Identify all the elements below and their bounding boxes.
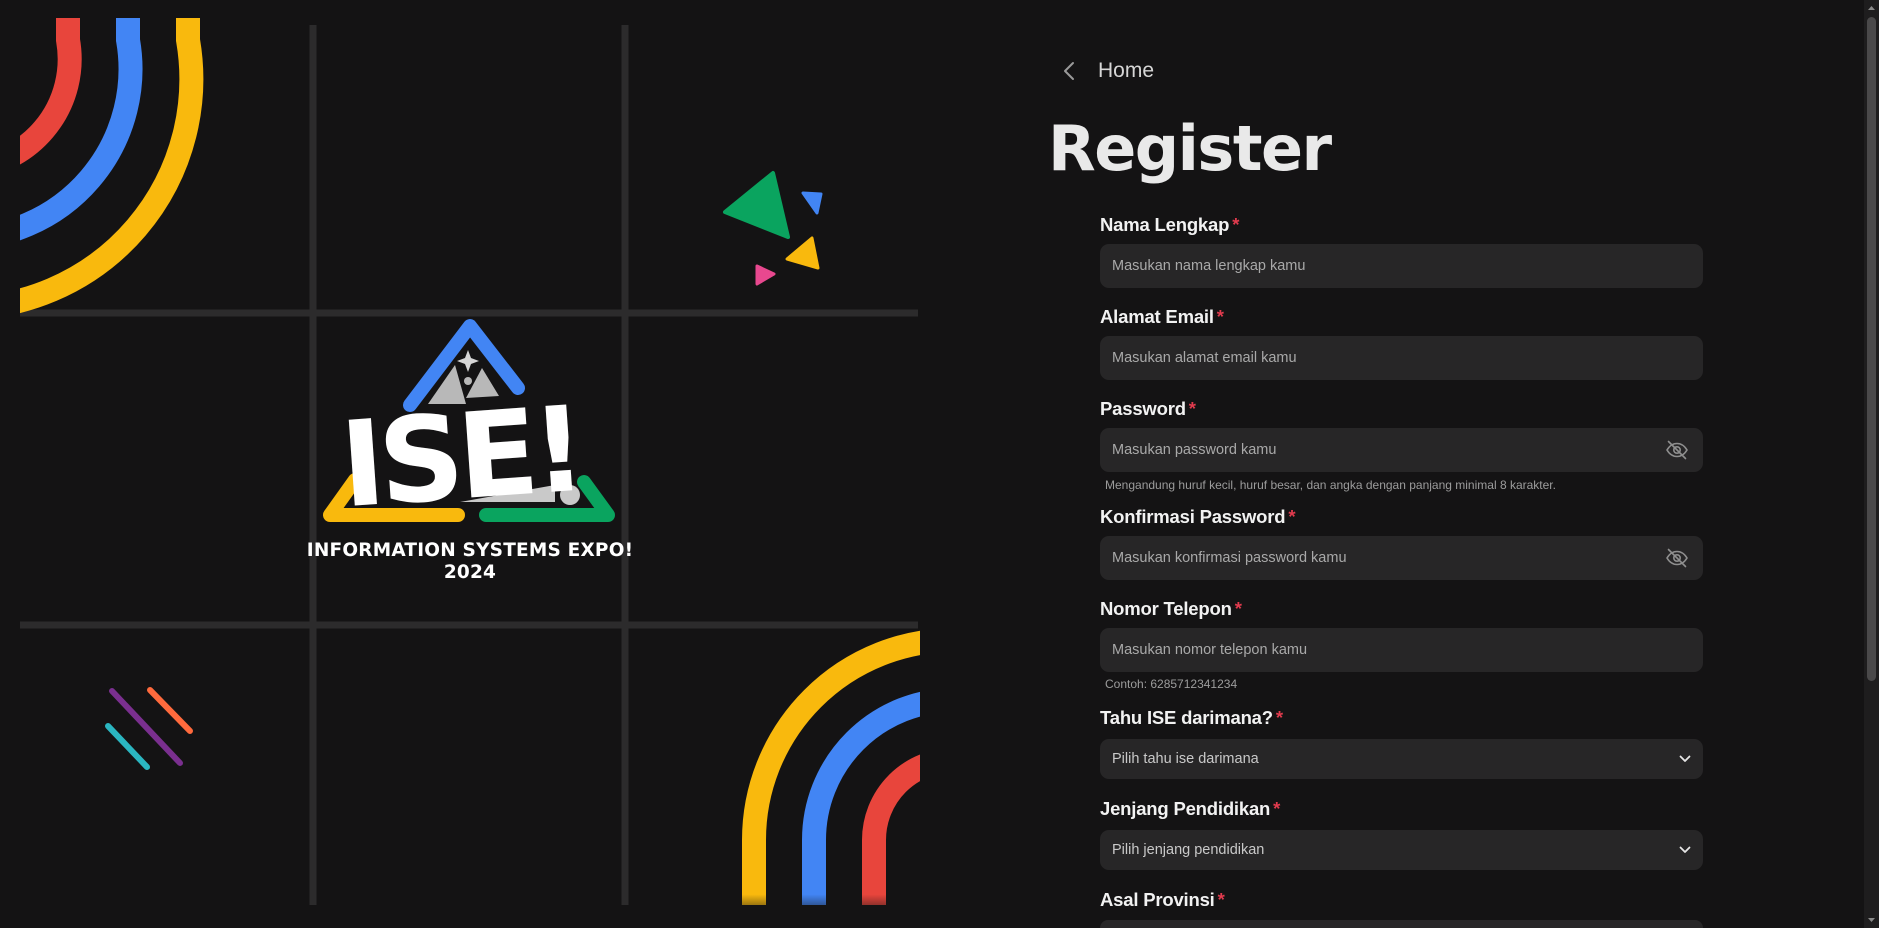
- full-name-label-text: Nama Lengkap: [1100, 214, 1230, 235]
- slash-lines: [105, 687, 193, 770]
- email-label-text: Alamat Email: [1100, 306, 1214, 327]
- province-label-text: Asal Provinsi: [1100, 889, 1215, 910]
- password-label: Password *: [1100, 398, 1196, 420]
- source-select[interactable]: Pilih tahu ise darimana: [1100, 739, 1703, 779]
- page-scrollbar[interactable]: [1864, 0, 1879, 928]
- required-marker: *: [1188, 398, 1196, 419]
- education-select[interactable]: Pilih jenjang pendidikan: [1100, 830, 1703, 870]
- confirm-password-input[interactable]: [1100, 536, 1703, 580]
- ise-logo-wordmark: ISE!: [336, 380, 584, 534]
- province-label: Asal Provinsi *: [1100, 889, 1225, 911]
- confirm-password-label: Konfirmasi Password *: [1100, 506, 1296, 528]
- back-home-link[interactable]: Home: [1062, 58, 1154, 84]
- education-label-text: Jenjang Pendidikan: [1100, 798, 1271, 819]
- required-marker: *: [1217, 889, 1225, 910]
- scroll-up-icon[interactable]: [1867, 3, 1876, 13]
- required-marker: *: [1275, 707, 1283, 728]
- phone-label-text: Nomor Telepon: [1100, 598, 1232, 619]
- password-input[interactable]: [1100, 428, 1703, 472]
- chevron-down-icon: [1679, 751, 1691, 767]
- required-marker: *: [1273, 798, 1281, 819]
- email-input[interactable]: [1100, 336, 1703, 380]
- required-marker: *: [1288, 506, 1296, 527]
- password-hint: Mengandung huruf kecil, huruf besar, dan…: [1105, 478, 1556, 492]
- full-name-label: Nama Lengkap *: [1100, 214, 1239, 236]
- phone-hint: Contoh: 6285712341234: [1105, 677, 1238, 691]
- province-select[interactable]: [1100, 920, 1703, 928]
- source-select-value: Pilih tahu ise darimana: [1112, 751, 1259, 767]
- required-marker: *: [1232, 214, 1240, 235]
- eye-off-icon[interactable]: [1664, 437, 1690, 463]
- email-label: Alamat Email *: [1100, 306, 1224, 328]
- confetti-triangles: [723, 171, 823, 286]
- back-home-label: Home: [1098, 59, 1155, 82]
- brand-art-graphic: ISE!: [20, 18, 920, 910]
- phone-input[interactable]: [1100, 628, 1703, 672]
- brand-tagline: INFORMATION SYSTEMS EXPO!: [306, 540, 634, 561]
- required-marker: *: [1216, 306, 1224, 327]
- scroll-down-icon[interactable]: [1867, 915, 1876, 925]
- confirm-password-label-text: Konfirmasi Password: [1100, 506, 1286, 527]
- eye-off-icon[interactable]: [1664, 545, 1690, 571]
- full-name-input[interactable]: [1100, 244, 1703, 288]
- page-title: Register: [1048, 112, 1332, 185]
- source-label-text: Tahu ISE darimana?: [1100, 707, 1273, 728]
- top-left-arcs: [20, 18, 204, 313]
- scrollbar-thumb[interactable]: [1867, 17, 1876, 681]
- chevron-down-icon: [1679, 842, 1691, 858]
- brand-year: 2024: [443, 562, 497, 583]
- phone-label: Nomor Telepon *: [1100, 598, 1242, 620]
- education-select-value: Pilih jenjang pendidikan: [1112, 842, 1265, 858]
- required-marker: *: [1234, 598, 1242, 619]
- password-label-text: Password: [1100, 398, 1186, 419]
- brand-art-panel: ISE! INFORMATION SYSTEMS EXPO! 2024: [0, 0, 940, 928]
- chevron-left-icon: [1062, 58, 1088, 84]
- education-label: Jenjang Pendidikan *: [1100, 798, 1280, 820]
- source-label: Tahu ISE darimana? *: [1100, 707, 1283, 729]
